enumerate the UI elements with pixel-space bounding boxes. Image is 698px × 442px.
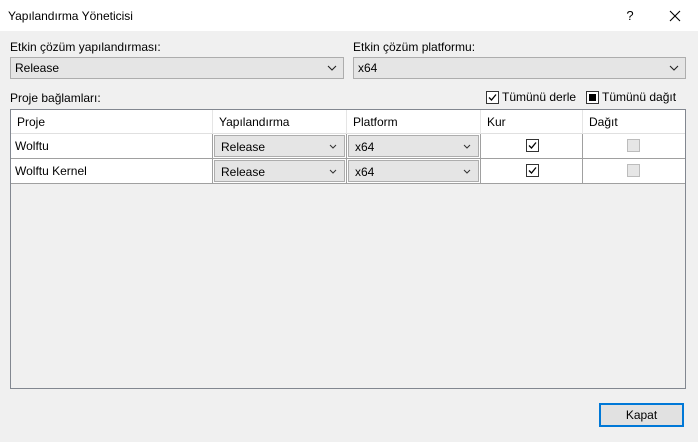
table-row: Wolftu Release x64 — [11, 134, 685, 159]
row-configuration-value: Release — [221, 165, 266, 179]
close-window-button[interactable] — [652, 0, 698, 31]
project-cell: Wolftu Kernel — [11, 159, 213, 183]
project-contexts-grid: Proje Yapılandırma Platform Kur Dağıt Wo… — [10, 109, 686, 389]
close-icon — [669, 10, 681, 22]
column-header-configuration[interactable]: Yapılandırma — [213, 110, 347, 134]
row-platform-value: x64 — [355, 165, 375, 179]
build-cell — [481, 159, 583, 183]
window-title: Yapılandırma Yöneticisi — [8, 9, 133, 23]
solution-platform-value: x64 — [358, 61, 378, 75]
chevron-down-icon — [329, 169, 337, 174]
project-name: Wolftu — [15, 139, 49, 153]
check-icon — [528, 142, 537, 149]
row-configuration-dropdown[interactable]: Release — [214, 135, 345, 157]
chevron-down-icon — [329, 144, 337, 149]
row-platform-dropdown[interactable]: x64 — [348, 160, 479, 182]
row-configuration-dropdown[interactable]: Release — [214, 160, 345, 182]
row-deploy-checkbox — [627, 164, 640, 177]
check-icon — [488, 94, 497, 101]
solution-config-label: Etkin çözüm yapılandırması: — [10, 40, 161, 54]
deploy-cell — [583, 159, 685, 183]
platform-cell: x64 — [347, 159, 481, 183]
project-cell: Wolftu — [11, 134, 213, 158]
configuration-cell: Release — [213, 134, 347, 158]
table-row: Wolftu Kernel Release x64 — [11, 159, 685, 184]
check-icon — [528, 167, 537, 174]
platform-cell: x64 — [347, 134, 481, 158]
row-platform-value: x64 — [355, 140, 375, 154]
row-platform-dropdown[interactable]: x64 — [348, 135, 479, 157]
chevron-down-icon — [327, 65, 337, 71]
solution-platform-dropdown[interactable]: x64 — [353, 57, 686, 79]
build-all-checkbox[interactable]: Tümünü derle — [486, 90, 581, 106]
chevron-down-icon — [463, 169, 471, 174]
help-button[interactable]: ? — [610, 0, 650, 31]
solution-config-value: Release — [15, 61, 60, 75]
checkbox-box[interactable] — [586, 91, 599, 104]
solution-platform-label: Etkin çözüm platformu: — [353, 40, 476, 54]
column-header-platform[interactable]: Platform — [347, 110, 481, 134]
solution-config-dropdown[interactable]: Release — [10, 57, 344, 79]
row-build-checkbox[interactable] — [526, 164, 539, 177]
checkbox-box[interactable] — [486, 91, 499, 104]
project-name: Wolftu Kernel — [15, 164, 87, 178]
row-build-checkbox[interactable] — [526, 139, 539, 152]
chevron-down-icon — [463, 144, 471, 149]
chevron-down-icon — [669, 65, 679, 71]
column-header-build[interactable]: Kur — [481, 110, 583, 134]
deploy-all-label: Tümünü dağıt — [602, 90, 677, 104]
project-contexts-label: Proje bağlamları: — [10, 91, 101, 105]
row-deploy-checkbox — [627, 139, 640, 152]
build-all-label: Tümünü derle — [502, 90, 577, 104]
configuration-cell: Release — [213, 159, 347, 183]
column-header-project[interactable]: Proje — [11, 110, 213, 134]
deploy-cell — [583, 134, 685, 158]
close-button[interactable]: Kapat — [599, 403, 684, 427]
build-cell — [481, 134, 583, 158]
column-header-deploy[interactable]: Dağıt — [583, 110, 685, 134]
row-configuration-value: Release — [221, 140, 266, 154]
grid-header: Proje Yapılandırma Platform Kur Dağıt — [11, 110, 685, 134]
title-bar: Yapılandırma Yöneticisi ? — [0, 0, 698, 31]
deploy-all-checkbox[interactable]: Tümünü dağıt — [586, 90, 686, 106]
